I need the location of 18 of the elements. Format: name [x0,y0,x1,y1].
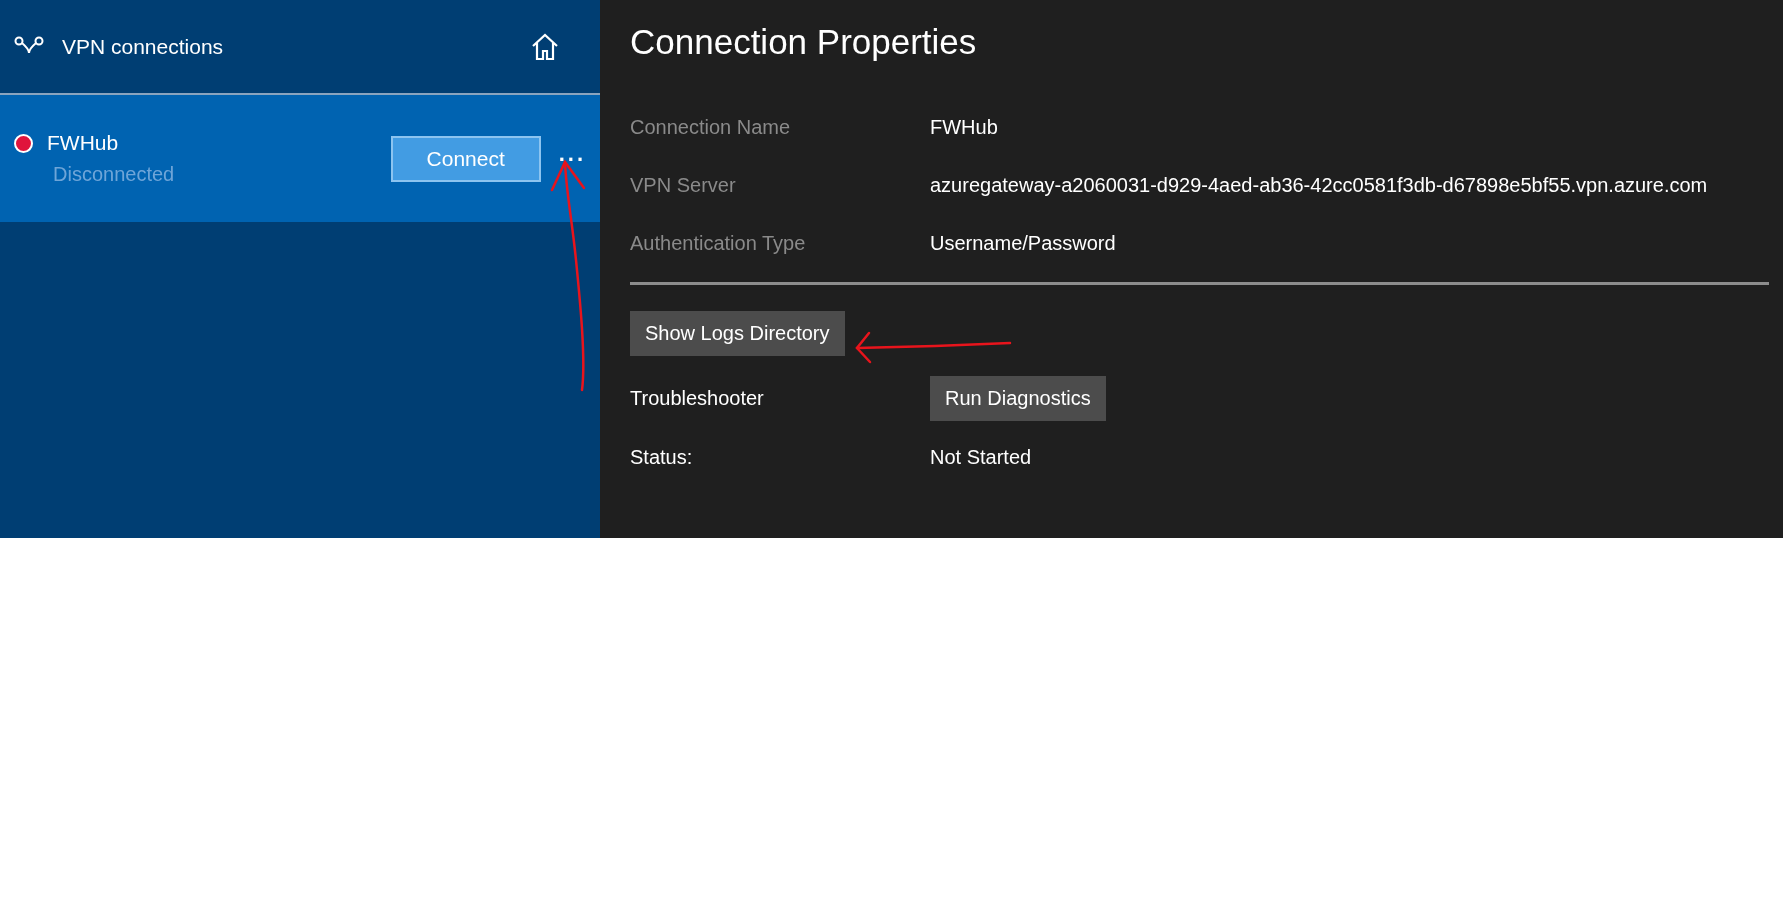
panel-title: Connection Properties [630,22,978,62]
more-button[interactable]: ... [558,140,586,177]
show-logs-button[interactable]: Show Logs Directory [630,311,845,356]
sidebar-title: VPN connections [62,34,225,59]
status-label: Status: [630,445,694,469]
field-value: azuregateway-a2060031-d929-4aed-ab36-42cc0581f3db-d67898e5bf55.vpn.azure.com [930,173,1708,197]
home-icon[interactable] [530,31,560,62]
connection-item[interactable]: FWHub Disconnected Connect ... [0,95,600,222]
status-value: Not Started [930,445,1032,469]
connection-status: Disconnected [53,163,176,186]
field-label: Authentication Type [630,231,807,255]
run-diagnostics-button[interactable]: Run Diagnostics [930,375,1106,421]
connection-name: FWHub [47,131,119,155]
field-label: Connection Name [630,115,792,139]
field-value: Username/Password [930,231,1116,255]
troubleshooter-label: Troubleshooter [630,386,765,410]
field-label: VPN Server [630,173,737,197]
field-value: FWHub [930,115,998,139]
